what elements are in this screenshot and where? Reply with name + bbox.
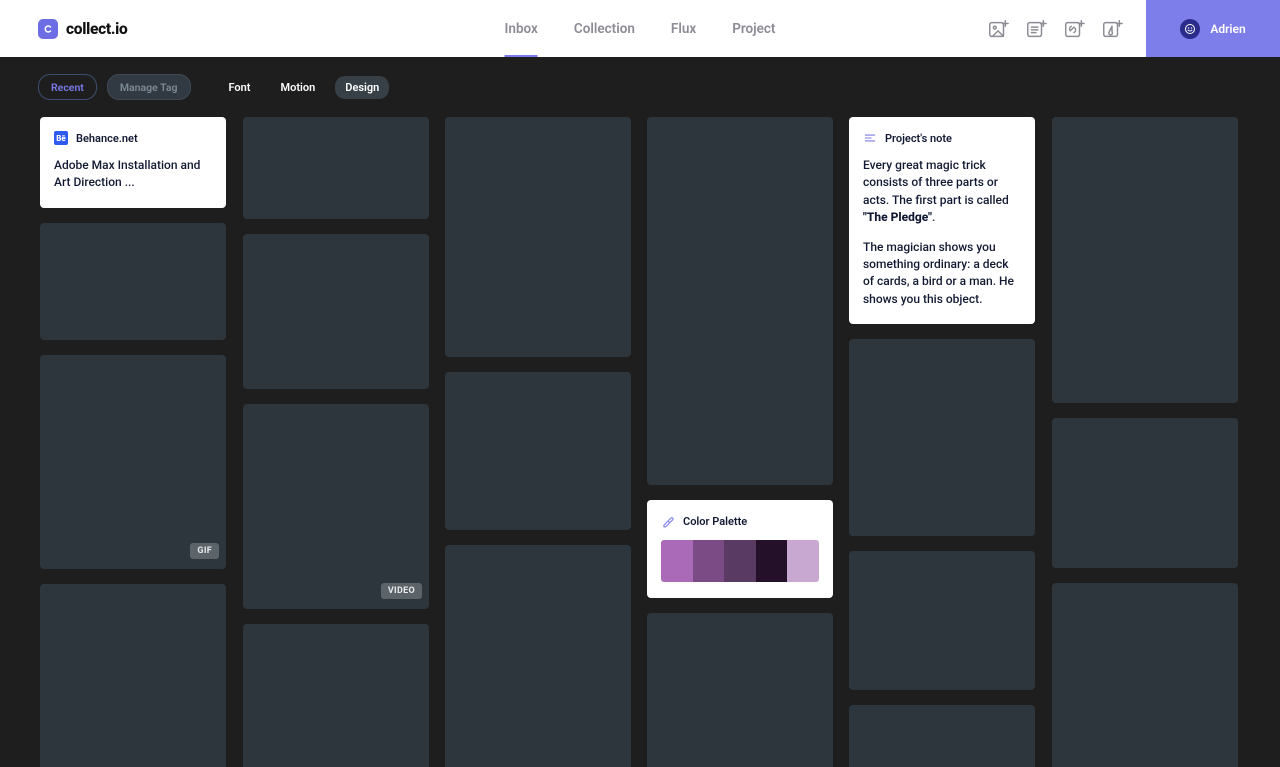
image-tile[interactable] [1052,583,1238,767]
board-column: VIDEO [243,117,429,767]
tag-design[interactable]: Design [335,76,389,99]
swatch-row [661,540,819,582]
image-tile[interactable] [849,339,1035,536]
logo-mark-icon [38,19,58,39]
pill-label: Recent [51,81,84,94]
card-header: Bē Behance.net [54,131,212,145]
card-title: Project's note [885,132,952,145]
image-tile[interactable] [1052,418,1238,568]
nav-collection[interactable]: Collection [574,0,635,57]
video-badge: VIDEO [381,583,422,599]
image-tile[interactable] [849,705,1035,767]
tag-label: Design [345,81,379,94]
user-name: Adrien [1210,22,1245,36]
note-text: The magician shows you something ordinar… [863,239,1021,309]
nav-label: Flux [671,21,696,37]
logo-text: collect.io [66,20,127,38]
nav-label: Inbox [505,21,538,37]
swatch[interactable] [693,540,725,582]
nav-inbox[interactable]: Inbox [505,0,538,57]
image-tile[interactable] [40,584,226,767]
tag-font[interactable]: Font [219,76,261,99]
swatch[interactable] [724,540,756,582]
filter-recent[interactable]: Recent [38,74,97,100]
note-strong: "The Pledge" [863,210,932,224]
image-tile[interactable] [243,117,429,219]
filter-bar: Recent Manage Tag Font Motion Design [0,57,1280,117]
card-header: Color Palette [661,514,819,528]
swatch[interactable] [787,540,819,582]
color-palette-card[interactable]: Color Palette [647,500,833,598]
image-tile[interactable] [243,624,429,767]
note-text: . [932,210,935,224]
tag-motion[interactable]: Motion [271,76,326,99]
image-tile[interactable] [849,551,1035,690]
image-tile[interactable] [647,613,833,767]
card-body: Every great magic trick consists of thre… [863,157,1021,308]
eyedropper-icon [661,514,675,528]
nav-project[interactable]: Project [732,0,775,57]
swatch[interactable] [756,540,788,582]
board-column: Color Palette [647,117,833,767]
image-tile[interactable] [445,117,631,357]
image-tile[interactable] [40,223,226,340]
board-grid: Bē Behance.net Adobe Max Installation an… [40,117,1240,767]
image-tile[interactable] [445,372,631,530]
board-column: Project's note Every great magic trick c… [849,117,1035,767]
board-column: Bē Behance.net Adobe Max Installation an… [40,117,226,767]
add-image-icon[interactable] [986,17,1010,41]
user-menu[interactable]: Adrien [1146,0,1280,57]
card-source: Behance.net [76,132,138,145]
add-color-icon[interactable] [1100,17,1124,41]
tag-label: Font [229,81,251,94]
avatar-icon [1180,19,1200,39]
note-text: Every great magic trick consists of thre… [863,158,1009,207]
link-card-behance[interactable]: Bē Behance.net Adobe Max Installation an… [40,117,226,208]
nav-flux[interactable]: Flux [671,0,696,57]
filter-manage-tag[interactable]: Manage Tag [107,74,191,100]
card-header: Project's note [863,131,1021,145]
header-actions [986,17,1124,41]
card-body: Adobe Max Installation and Art Direction… [54,157,212,192]
add-link-icon[interactable] [1062,17,1086,41]
note-icon [863,131,877,145]
card-title: Color Palette [683,515,747,528]
image-tile[interactable] [243,234,429,389]
logo[interactable]: collect.io [0,19,127,39]
nav-label: Collection [574,21,635,37]
add-note-icon[interactable] [1024,17,1048,41]
image-tile[interactable] [1052,117,1238,403]
image-tile[interactable] [647,117,833,485]
board-column [445,117,631,767]
tag-label: Motion [281,81,316,94]
image-tile[interactable]: GIF [40,355,226,569]
swatch[interactable] [661,540,693,582]
image-tile[interactable] [445,545,631,767]
board-column [1052,117,1238,767]
pill-label: Manage Tag [120,81,178,94]
gif-badge: GIF [190,543,219,559]
nav-label: Project [732,21,775,37]
note-card[interactable]: Project's note Every great magic trick c… [849,117,1035,324]
main-nav: Inbox Collection Flux Project [505,0,776,57]
app-header: collect.io Inbox Collection Flux Project… [0,0,1280,57]
image-tile[interactable]: VIDEO [243,404,429,609]
behance-icon: Bē [54,131,68,145]
